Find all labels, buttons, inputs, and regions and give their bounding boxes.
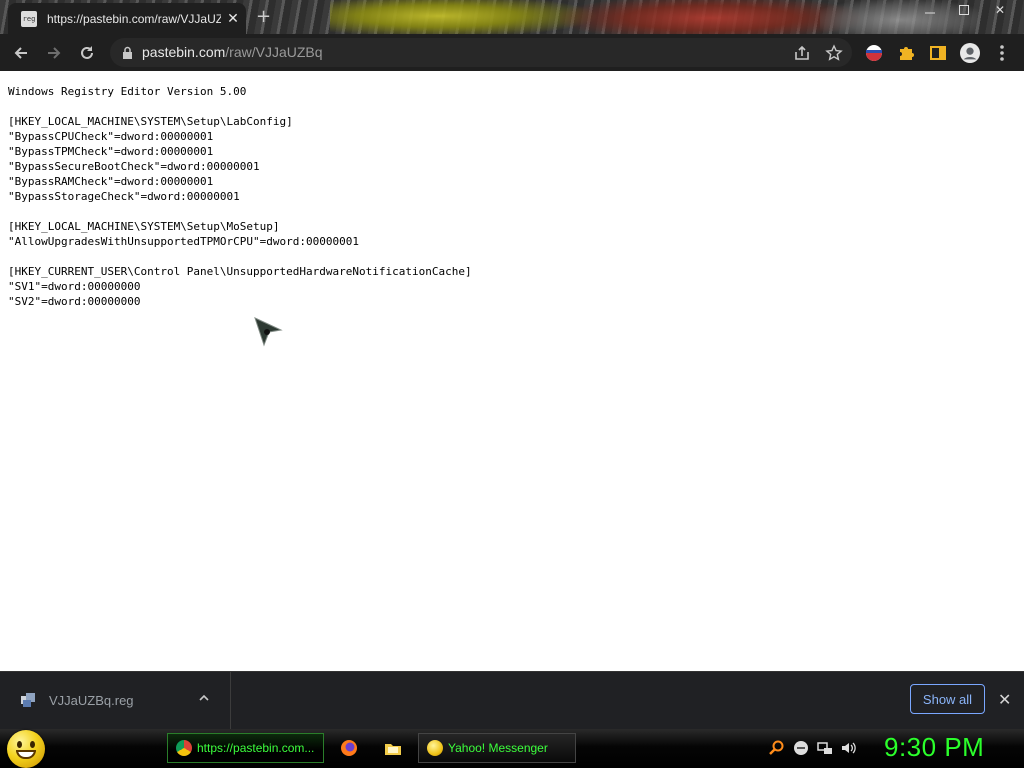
registry-text: Windows Registry Editor Version 5.00 [HK… [8,84,472,309]
yahoo-smiley-icon [427,740,443,756]
download-item[interactable]: VJJaUZBq.reg [0,672,231,730]
star-icon[interactable] [824,43,844,63]
browser-tab[interactable]: reg https://pastebin.com/raw/VJJaUZ ✕ [8,3,246,34]
maximize-icon[interactable] [950,0,978,20]
downloads-bar: VJJaUZBq.reg Show all ✕ [0,671,1024,730]
taskbar-yahoo-label: Yahoo! Messenger [448,741,548,755]
taskbar-chrome-label: https://pastebin.com... [197,741,315,755]
clock[interactable]: 9:30 PM [884,732,984,763]
taskbar-chrome-button[interactable]: https://pastebin.com... [167,733,324,763]
close-window-icon[interactable]: ✕ [986,0,1014,20]
lock-icon[interactable] [122,45,133,64]
close-downloads-icon[interactable]: ✕ [998,690,1011,709]
file-icon: reg [21,10,37,27]
text-line: Windows Registry Editor Version 5.00 [8,85,247,98]
url-text: pastebin.com/raw/VJJaUZBq [142,44,323,60]
text-line: "BypassTPMCheck"=dword:00000001 [8,145,214,158]
side-panel-icon[interactable] [928,43,948,63]
page-content[interactable]: Windows Registry Editor Version 5.00 [HK… [0,71,1024,671]
address-bar[interactable]: pastebin.com/raw/VJJaUZBq [110,38,852,67]
arrow-right-icon[interactable] [43,42,65,64]
text-line: "SV1"=dword:00000000 [8,280,141,293]
text-line: "AllowUpgradesWithUnsupportedTPMOrCPU"=d… [8,235,359,248]
text-line: "BypassStorageCheck"=dword:00000001 [8,190,240,203]
text-line: "BypassCPUCheck"=dword:00000001 [8,130,214,143]
browser-toolbar: pastebin.com/raw/VJJaUZBq [0,34,1024,71]
network-icon[interactable] [817,740,833,756]
text-line: [HKEY_CURRENT_USER\Control Panel\Unsuppo… [8,265,472,278]
show-all-button[interactable]: Show all [910,684,985,714]
volume-icon[interactable] [841,740,857,756]
menu-icon[interactable] [992,43,1012,63]
tab-title: https://pastebin.com/raw/VJJaUZ [47,11,221,26]
reload-icon[interactable] [76,42,98,64]
wallpaper-splash [560,0,860,34]
url-host: pastebin.com [142,44,226,60]
minimize-icon[interactable] [916,0,944,20]
download-file-name: VJJaUZBq.reg [49,693,134,708]
search-icon[interactable] [768,740,784,756]
text-line: [HKEY_LOCAL_MACHINE\SYSTEM\Setup\MoSetup… [8,220,280,233]
arrow-left-icon[interactable] [10,42,32,64]
avatar-icon[interactable] [960,43,980,63]
tab-strip: reg https://pastebin.com/raw/VJJaUZ ✕ + … [0,0,1024,34]
share-icon[interactable] [792,43,812,63]
taskbar: https://pastebin.com... Yahoo! Messenger… [0,729,1024,768]
messenger-tray-icon[interactable] [793,740,809,756]
url-path: /raw/VJJaUZBq [225,44,323,60]
new-tab-icon[interactable]: + [256,6,271,27]
mouse-cursor-icon [254,317,283,347]
puzzle-icon[interactable] [896,43,916,63]
taskbar-yahoo-button[interactable]: Yahoo! Messenger [418,733,576,763]
text-line: "BypassSecureBootCheck"=dword:00000001 [8,160,260,173]
chevron-up-icon[interactable] [198,692,210,708]
close-tab-icon[interactable]: ✕ [225,11,241,27]
start-smiley-icon[interactable] [7,730,45,768]
firefox-icon[interactable] [340,739,358,757]
text-line: "SV2"=dword:00000000 [8,295,141,308]
registry-file-icon [20,692,36,712]
chrome-icon [176,740,192,756]
text-line: [HKEY_LOCAL_MACHINE\SYSTEM\Setup\LabConf… [8,115,293,128]
text-line: "BypassRAMCheck"=dword:00000001 [8,175,214,188]
extension-flag-icon[interactable] [864,43,884,63]
folder-icon[interactable] [384,739,402,757]
